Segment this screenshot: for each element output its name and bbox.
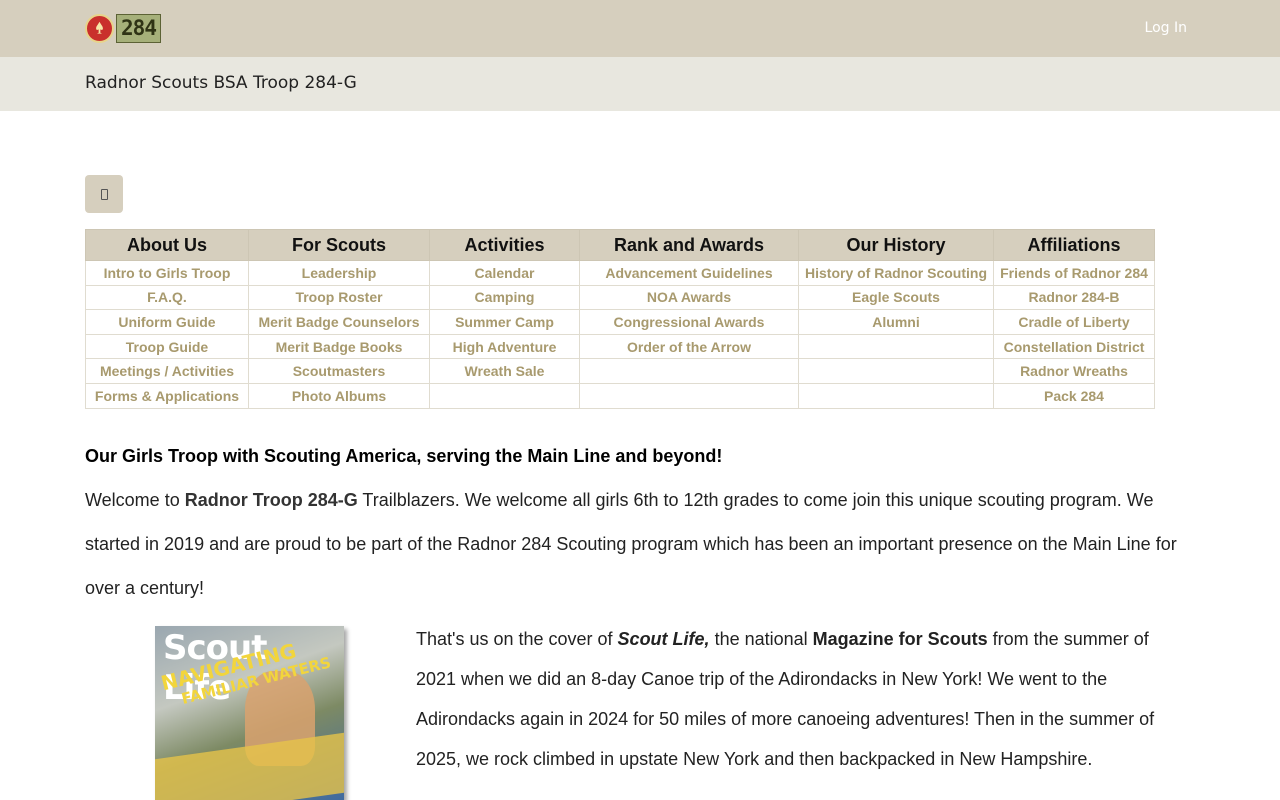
nav-empty-cell — [798, 382, 994, 409]
nav-heading-our-history[interactable]: Our History — [798, 229, 994, 261]
magazine-tagline: Magazine for Scouts — [812, 629, 988, 649]
nav-row: Uniform Guide Merit Badge Counselors Sum… — [85, 309, 1155, 335]
nav-link[interactable]: Wreath Sale — [429, 358, 580, 384]
nav-empty-cell — [579, 358, 799, 384]
nav-link[interactable]: Camping — [429, 284, 580, 311]
nav-link[interactable]: Scoutmasters — [248, 358, 430, 384]
magazine-name: Scout Life, — [617, 629, 710, 649]
nav-link[interactable]: Radnor Wreaths — [993, 358, 1155, 384]
troop-logo[interactable]: 284 — [85, 13, 161, 44]
nav-header-row: About Us For Scouts Activities Rank and … — [85, 229, 1155, 261]
nav-heading-for-scouts[interactable]: For Scouts — [248, 229, 430, 261]
story-text: the national — [709, 629, 813, 649]
fleur-de-lis-icon — [85, 14, 114, 43]
troop-name-bold: Radnor Troop 284-G — [184, 490, 358, 510]
nav-link[interactable]: F.A.Q. — [85, 284, 249, 311]
top-bar: 284 Log In — [0, 0, 1280, 57]
nav-row: Troop Guide Merit Badge Books High Adven… — [85, 333, 1155, 360]
nav-link[interactable]: Congressional Awards — [579, 309, 799, 335]
menu-icon — [100, 188, 108, 200]
nav-link[interactable]: Merit Badge Books — [248, 333, 430, 360]
nav-link[interactable]: Intro to Girls Troop — [85, 260, 249, 286]
nav-link[interactable]: History of Radnor Scouting — [798, 260, 994, 286]
story-paragraph: That's us on the cover of Scout Life, th… — [416, 619, 1186, 779]
nav-link[interactable]: Eagle Scouts — [798, 284, 994, 311]
nav-heading-rank-awards[interactable]: Rank and Awards — [579, 229, 799, 261]
nav-link[interactable]: Cradle of Liberty — [993, 309, 1155, 335]
nav-link[interactable]: High Adventure — [429, 333, 580, 360]
nav-link[interactable]: Troop Roster — [248, 284, 430, 311]
nav-link[interactable]: Photo Albums — [248, 382, 430, 409]
nav-link[interactable]: Friends of Radnor 284 — [993, 260, 1155, 286]
nav-empty-cell — [798, 333, 994, 360]
nav-empty-cell — [798, 358, 994, 384]
nav-link[interactable]: NOA Awards — [579, 284, 799, 311]
nav-link[interactable]: Meetings / Activities — [85, 358, 249, 384]
intro-headline: Our Girls Troop with Scouting America, s… — [85, 446, 723, 466]
nav-link[interactable]: Order of the Arrow — [579, 333, 799, 360]
site-title: Radnor Scouts BSA Troop 284-G — [85, 73, 357, 93]
nav-empty-cell — [429, 382, 580, 409]
nav-row: Meetings / Activities Scoutmasters Wreat… — [85, 358, 1155, 384]
nav-link[interactable]: Radnor 284-B — [993, 284, 1155, 311]
nav-heading-affiliations[interactable]: Affiliations — [993, 229, 1155, 261]
nav-link[interactable]: Leadership — [248, 260, 430, 286]
scout-life-cover-image: Scout Life NAVIGATING FAMILIAR WATERS — [155, 626, 344, 800]
story-text: That's us on the cover of — [416, 629, 618, 649]
navigation-table: About Us For Scouts Activities Rank and … — [85, 229, 1155, 409]
story-text: from the summer of 2021 when we did an 8… — [416, 629, 1155, 769]
nav-row: F.A.Q. Troop Roster Camping NOA Awards E… — [85, 284, 1155, 311]
nav-link[interactable]: Constellation District — [993, 333, 1155, 360]
nav-link[interactable]: Troop Guide — [85, 333, 249, 360]
troop-number: 284 — [116, 14, 161, 43]
nav-empty-cell — [579, 382, 799, 409]
nav-link[interactable]: Summer Camp — [429, 309, 580, 335]
nav-link[interactable]: Forms & Applications — [85, 382, 249, 409]
nav-heading-activities[interactable]: Activities — [429, 229, 580, 261]
nav-link[interactable]: Pack 284 — [993, 382, 1155, 409]
nav-row: Forms & Applications Photo Albums Pack 2… — [85, 382, 1155, 409]
nav-link[interactable]: Merit Badge Counselors — [248, 309, 430, 335]
nav-heading-about-us[interactable]: About Us — [85, 229, 249, 261]
intro-text: Welcome to — [85, 490, 185, 510]
nav-link[interactable]: Uniform Guide — [85, 309, 249, 335]
nav-link[interactable]: Calendar — [429, 260, 580, 286]
nav-row: Intro to Girls Troop Leadership Calendar… — [85, 260, 1155, 286]
nav-link[interactable]: Alumni — [798, 309, 994, 335]
menu-toggle-button[interactable] — [85, 175, 123, 213]
login-link[interactable]: Log In — [1145, 20, 1187, 36]
intro-paragraph: Welcome to Radnor Troop 284-G Trailblaze… — [85, 478, 1195, 610]
nav-link[interactable]: Advancement Guidelines — [579, 260, 799, 286]
